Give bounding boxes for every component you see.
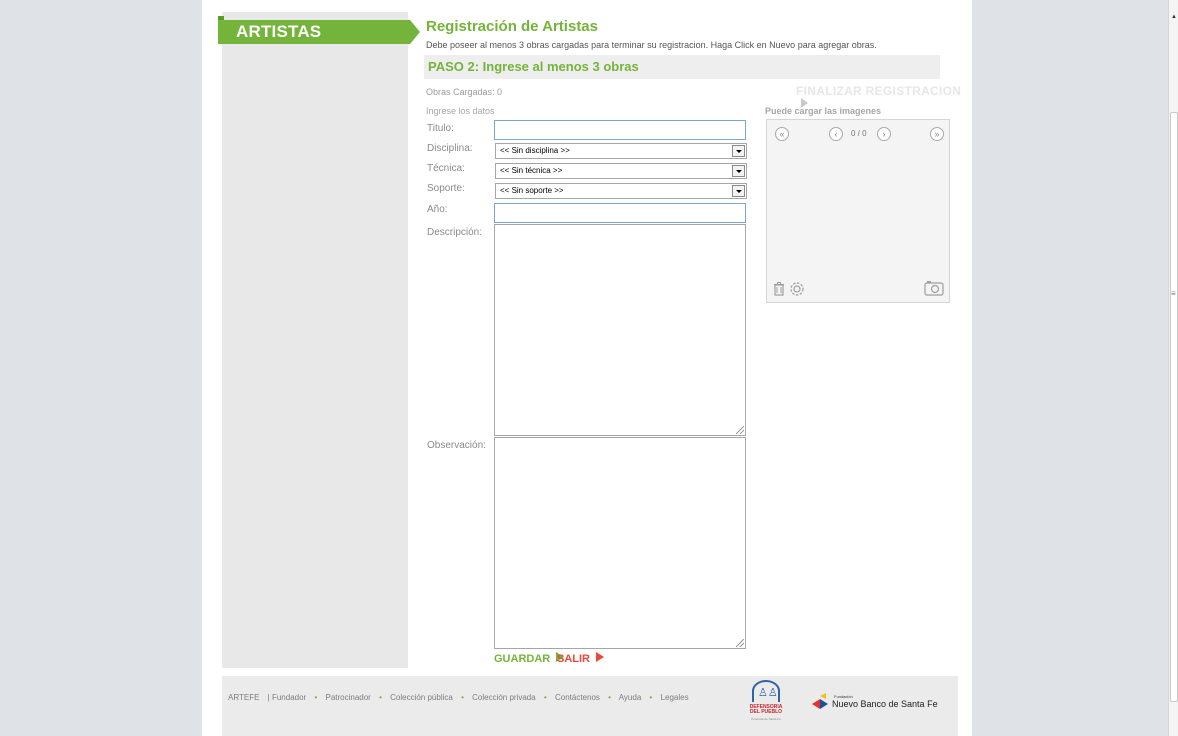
gear-icon[interactable] (789, 281, 805, 302)
left-arrow-icon[interactable]: ‹ (829, 127, 843, 141)
page-title: Registración de Artistas (426, 18, 598, 35)
disciplina-select[interactable]: << Sin disciplina >> (495, 143, 747, 159)
anio-input[interactable] (494, 203, 746, 223)
camera-icon[interactable] (924, 280, 944, 301)
defensoria-subtitle: Provincia de Santa Fe (751, 717, 781, 721)
tecnica-selected-value: << Sin técnica >> (500, 166, 563, 175)
chevron-down-icon[interactable] (732, 165, 745, 177)
bank-logo-icon (820, 699, 828, 709)
sidebar-tab-label: ARTISTAS (236, 22, 322, 41)
guardar-button[interactable]: GUARDAR (494, 652, 565, 665)
step-bar: PASO 2: Ingrese al menos 3 obras (424, 55, 940, 79)
titulo-input[interactable] (494, 120, 746, 140)
soporte-selected-value: << Sin soporte >> (500, 186, 564, 195)
observacion-label: Observación: (427, 440, 486, 451)
bullet-icon: • (543, 693, 547, 702)
tecnica-label: Técnica: (427, 163, 465, 174)
sidebar-tab-artistas[interactable]: ARTISTAS (218, 16, 420, 44)
bullet-icon: • (608, 693, 611, 702)
chevron-down-icon[interactable] (732, 145, 745, 157)
page-subtitle: Debe poseer al menos 3 obras cargadas pa… (426, 40, 877, 50)
bank-logo-icon (812, 699, 820, 709)
sidebar (222, 12, 408, 668)
finalizar-label: FINALIZAR REGISTRACION (796, 84, 962, 98)
form-section-label: Ingrese los datos (426, 106, 495, 116)
scroll-grip-icon: ≡ (1171, 289, 1176, 298)
bullet-icon: • (649, 693, 653, 702)
footer-link-coleccion-privada[interactable]: Colección privada (472, 693, 536, 702)
defensoria-name: DEFENSORIA DEL PUEBLO (749, 704, 783, 715)
footer-link-contactenos[interactable]: Contáctenos (555, 693, 600, 702)
footer-links: ARTEFE | Fundador • Patrocinador • Colec… (228, 693, 695, 702)
anio-label: Año: (427, 204, 448, 215)
bank-logo-icon (820, 693, 826, 699)
footer-link-coleccion-publica[interactable]: Colección pública (390, 693, 453, 702)
disciplina-selected-value: << Sin disciplina >> (500, 146, 570, 155)
play-arrow-icon (596, 652, 604, 662)
images-section-label: Puede cargar las imagenes (765, 106, 882, 116)
soporte-label: Soporte: (427, 183, 465, 194)
salir-button[interactable]: SALIR (557, 652, 604, 665)
step-title: PASO 2: Ingrese al menos 3 obras (428, 59, 639, 74)
image-upload-panel: « ‹ 0 / 0 › » (766, 119, 950, 303)
footer-link-ayuda[interactable]: Ayuda (619, 693, 642, 702)
observacion-textarea[interactable] (494, 437, 746, 649)
descripcion-label: Descripción: (427, 227, 483, 238)
resize-handle-icon[interactable] (736, 639, 744, 647)
trash-icon[interactable] (773, 282, 785, 301)
scroll-up-arrow-icon[interactable]: ▲ (1171, 14, 1177, 20)
obras-cargadas-count: Obras Cargadas: 0 (426, 87, 503, 97)
footer: ARTEFE | Fundador • Patrocinador • Colec… (222, 676, 958, 736)
disciplina-label: Disciplina: (427, 143, 473, 154)
soporte-select[interactable]: << Sin soporte >> (495, 183, 747, 199)
tecnica-select[interactable]: << Sin técnica >> (495, 163, 747, 179)
scrollbar-thumb[interactable] (1170, 112, 1178, 702)
footer-link-patrocinador[interactable]: Patrocinador (325, 693, 370, 702)
nuevo-banco-logo[interactable]: Fundación Nuevo Banco de Santa Fe (812, 692, 938, 712)
image-counter: 0 / 0 (851, 129, 867, 138)
titulo-label: Titulo: (427, 123, 454, 134)
double-left-arrow-icon[interactable]: « (775, 127, 789, 141)
resize-handle-icon[interactable] (736, 426, 744, 434)
salir-label: SALIR (557, 653, 590, 665)
guardar-label: GUARDAR (494, 653, 551, 665)
chevron-down-icon[interactable] (732, 185, 745, 197)
bank-name: Nuevo Banco de Santa Fe (832, 699, 938, 709)
page-container: ARTISTAS Registración de Artistas Debe p… (202, 0, 972, 736)
footer-link-legales[interactable]: Legales (661, 693, 689, 702)
right-arrow-icon[interactable]: › (877, 127, 891, 141)
double-right-arrow-icon[interactable]: » (930, 127, 944, 141)
vertical-scrollbar[interactable]: ▲ ≡ (1168, 0, 1178, 736)
bullet-icon: • (314, 693, 318, 702)
bullet-icon: • (461, 693, 464, 702)
people-icon: ♙♙ (758, 687, 778, 699)
bullet-icon: • (379, 693, 382, 702)
footer-link-fundador[interactable]: | Fundador (268, 693, 307, 702)
descripcion-textarea[interactable] (494, 224, 746, 436)
defensoria-logo[interactable]: ♙♙ DEFENSORIA DEL PUEBLO Provincia de Sa… (746, 680, 786, 724)
footer-link-artefe[interactable]: ARTEFE (228, 693, 259, 702)
